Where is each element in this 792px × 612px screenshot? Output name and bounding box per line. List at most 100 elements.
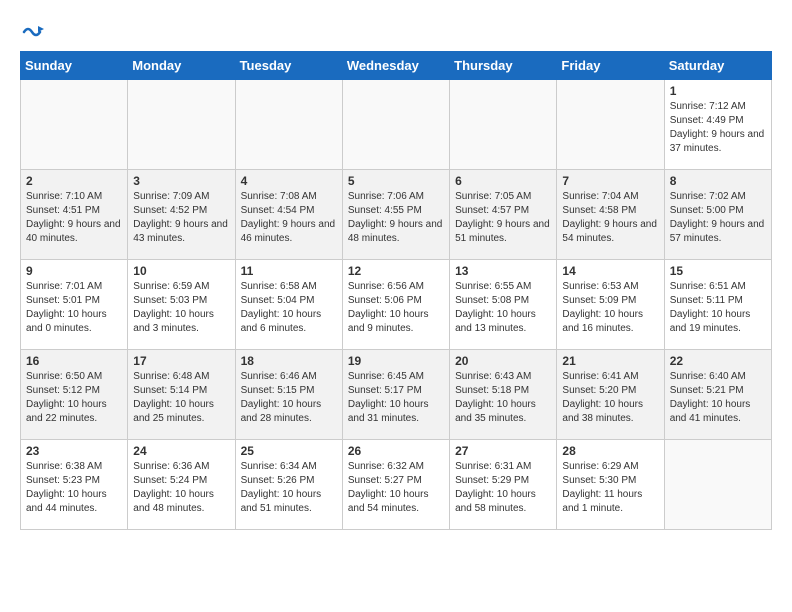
calendar-day-cell: 9 Sunrise: 7:01 AM Sunset: 5:01 PM Daylig… [21, 260, 128, 350]
day-number: 23 [26, 444, 122, 458]
day-info: Sunrise: 7:12 AM Sunset: 4:49 PM Dayligh… [670, 100, 766, 156]
calendar-day-cell: 16 Sunrise: 6:50 AM Sunset: 5:12 PM Dayli… [21, 350, 128, 440]
day-info: Sunrise: 6:31 AM Sunset: 5:29 PM Dayligh… [455, 460, 551, 516]
day-number: 8 [670, 174, 766, 188]
day-number: 20 [455, 354, 551, 368]
day-number: 17 [133, 354, 229, 368]
calendar-day-cell: 1 Sunrise: 7:12 AM Sunset: 4:49 PM Daylig… [664, 80, 771, 170]
calendar-header-sunday: Sunday [21, 52, 128, 80]
calendar-header-row: SundayMondayTuesdayWednesdayThursdayFrid… [21, 52, 772, 80]
day-number: 1 [670, 84, 766, 98]
calendar-header-friday: Friday [557, 52, 664, 80]
calendar-day-cell: 15 Sunrise: 6:51 AM Sunset: 5:11 PM Dayli… [664, 260, 771, 350]
day-number: 7 [562, 174, 658, 188]
calendar-day-cell: 4 Sunrise: 7:08 AM Sunset: 4:54 PM Daylig… [235, 170, 342, 260]
day-number: 24 [133, 444, 229, 458]
day-info: Sunrise: 6:55 AM Sunset: 5:08 PM Dayligh… [455, 280, 551, 336]
page-header [20, 20, 772, 41]
day-number: 4 [241, 174, 337, 188]
calendar-day-cell: 22 Sunrise: 6:40 AM Sunset: 5:21 PM Dayli… [664, 350, 771, 440]
calendar-day-cell [235, 80, 342, 170]
calendar-day-cell: 26Sunrise: 6:32 AM Sunset: 5:27 PM Dayli… [342, 440, 449, 530]
calendar-day-cell: 24 Sunrise: 6:36 AM Sunset: 5:24 PM Dayli… [128, 440, 235, 530]
day-number: 12 [348, 264, 444, 278]
calendar-day-cell [128, 80, 235, 170]
day-number: 26 [348, 444, 444, 458]
calendar-day-cell: 3 Sunrise: 7:09 AM Sunset: 4:52 PM Daylig… [128, 170, 235, 260]
logo [20, 20, 44, 41]
day-info: Sunrise: 6:46 AM Sunset: 5:15 PM Dayligh… [241, 370, 337, 426]
day-number: 9 [26, 264, 122, 278]
day-info: Sunrise: 6:53 AM Sunset: 5:09 PM Dayligh… [562, 280, 658, 336]
day-info: Sunrise: 7:04 AM Sunset: 4:58 PM Dayligh… [562, 190, 658, 246]
day-number: 25 [241, 444, 337, 458]
calendar-day-cell: 6Sunrise: 7:05 AM Sunset: 4:57 PM Daylig… [450, 170, 557, 260]
day-number: 27 [455, 444, 551, 458]
day-info: Sunrise: 6:58 AM Sunset: 5:04 PM Dayligh… [241, 280, 337, 336]
day-info: Sunrise: 7:02 AM Sunset: 5:00 PM Dayligh… [670, 190, 766, 246]
calendar-day-cell: 17 Sunrise: 6:48 AM Sunset: 5:14 PM Dayli… [128, 350, 235, 440]
day-info: Sunrise: 7:08 AM Sunset: 4:54 PM Dayligh… [241, 190, 337, 246]
calendar-header-saturday: Saturday [664, 52, 771, 80]
calendar-day-cell: 5 Sunrise: 7:06 AM Sunset: 4:55 PM Daylig… [342, 170, 449, 260]
day-number: 22 [670, 354, 766, 368]
day-number: 5 [348, 174, 444, 188]
calendar-day-cell: 25Sunrise: 6:34 AM Sunset: 5:26 PM Dayli… [235, 440, 342, 530]
calendar-week-row: 23 Sunrise: 6:38 AM Sunset: 5:23 PM Dayli… [21, 440, 772, 530]
calendar-day-cell: 8 Sunrise: 7:02 AM Sunset: 5:00 PM Daylig… [664, 170, 771, 260]
calendar-day-cell: 13 Sunrise: 6:55 AM Sunset: 5:08 PM Dayli… [450, 260, 557, 350]
logo-wave-icon [22, 18, 44, 40]
calendar-day-cell [664, 440, 771, 530]
day-number: 11 [241, 264, 337, 278]
day-info: Sunrise: 6:50 AM Sunset: 5:12 PM Dayligh… [26, 370, 122, 426]
calendar-week-row: 2 Sunrise: 7:10 AM Sunset: 4:51 PM Daylig… [21, 170, 772, 260]
day-number: 16 [26, 354, 122, 368]
day-info: Sunrise: 7:09 AM Sunset: 4:52 PM Dayligh… [133, 190, 229, 246]
day-number: 3 [133, 174, 229, 188]
calendar-day-cell: 23 Sunrise: 6:38 AM Sunset: 5:23 PM Dayli… [21, 440, 128, 530]
calendar-header-thursday: Thursday [450, 52, 557, 80]
calendar-day-cell: 20Sunrise: 6:43 AM Sunset: 5:18 PM Dayli… [450, 350, 557, 440]
day-info: Sunrise: 6:59 AM Sunset: 5:03 PM Dayligh… [133, 280, 229, 336]
calendar-day-cell: 11 Sunrise: 6:58 AM Sunset: 5:04 PM Dayli… [235, 260, 342, 350]
calendar-header-wednesday: Wednesday [342, 52, 449, 80]
calendar-week-row: 16 Sunrise: 6:50 AM Sunset: 5:12 PM Dayli… [21, 350, 772, 440]
calendar-day-cell: 21 Sunrise: 6:41 AM Sunset: 5:20 PM Dayli… [557, 350, 664, 440]
day-info: Sunrise: 6:45 AM Sunset: 5:17 PM Dayligh… [348, 370, 444, 426]
day-info: Sunrise: 6:36 AM Sunset: 5:24 PM Dayligh… [133, 460, 229, 516]
day-number: 14 [562, 264, 658, 278]
calendar-week-row: 1 Sunrise: 7:12 AM Sunset: 4:49 PM Daylig… [21, 80, 772, 170]
calendar-day-cell: 2 Sunrise: 7:10 AM Sunset: 4:51 PM Daylig… [21, 170, 128, 260]
calendar-day-cell: 27 Sunrise: 6:31 AM Sunset: 5:29 PM Dayli… [450, 440, 557, 530]
day-info: Sunrise: 7:10 AM Sunset: 4:51 PM Dayligh… [26, 190, 122, 246]
calendar-table: SundayMondayTuesdayWednesdayThursdayFrid… [20, 51, 772, 530]
day-info: Sunrise: 6:41 AM Sunset: 5:20 PM Dayligh… [562, 370, 658, 426]
calendar-day-cell: 7 Sunrise: 7:04 AM Sunset: 4:58 PM Daylig… [557, 170, 664, 260]
day-info: Sunrise: 6:38 AM Sunset: 5:23 PM Dayligh… [26, 460, 122, 516]
calendar-day-cell: 28 Sunrise: 6:29 AM Sunset: 5:30 PM Dayli… [557, 440, 664, 530]
day-info: Sunrise: 7:01 AM Sunset: 5:01 PM Dayligh… [26, 280, 122, 336]
day-number: 13 [455, 264, 551, 278]
day-info: Sunrise: 6:40 AM Sunset: 5:21 PM Dayligh… [670, 370, 766, 426]
calendar-week-row: 9 Sunrise: 7:01 AM Sunset: 5:01 PM Daylig… [21, 260, 772, 350]
calendar-day-cell [342, 80, 449, 170]
day-number: 28 [562, 444, 658, 458]
calendar-day-cell [21, 80, 128, 170]
day-number: 21 [562, 354, 658, 368]
day-number: 19 [348, 354, 444, 368]
calendar-day-cell: 10Sunrise: 6:59 AM Sunset: 5:03 PM Dayli… [128, 260, 235, 350]
calendar-day-cell: 18Sunrise: 6:46 AM Sunset: 5:15 PM Dayli… [235, 350, 342, 440]
calendar-header-tuesday: Tuesday [235, 52, 342, 80]
day-info: Sunrise: 7:06 AM Sunset: 4:55 PM Dayligh… [348, 190, 444, 246]
day-info: Sunrise: 6:51 AM Sunset: 5:11 PM Dayligh… [670, 280, 766, 336]
day-number: 15 [670, 264, 766, 278]
day-info: Sunrise: 7:05 AM Sunset: 4:57 PM Dayligh… [455, 190, 551, 246]
calendar-day-cell: 14 Sunrise: 6:53 AM Sunset: 5:09 PM Dayli… [557, 260, 664, 350]
day-info: Sunrise: 6:48 AM Sunset: 5:14 PM Dayligh… [133, 370, 229, 426]
calendar-day-cell [557, 80, 664, 170]
day-info: Sunrise: 6:56 AM Sunset: 5:06 PM Dayligh… [348, 280, 444, 336]
calendar-day-cell [450, 80, 557, 170]
calendar-day-cell: 12 Sunrise: 6:56 AM Sunset: 5:06 PM Dayli… [342, 260, 449, 350]
day-info: Sunrise: 6:29 AM Sunset: 5:30 PM Dayligh… [562, 460, 658, 516]
day-number: 2 [26, 174, 122, 188]
